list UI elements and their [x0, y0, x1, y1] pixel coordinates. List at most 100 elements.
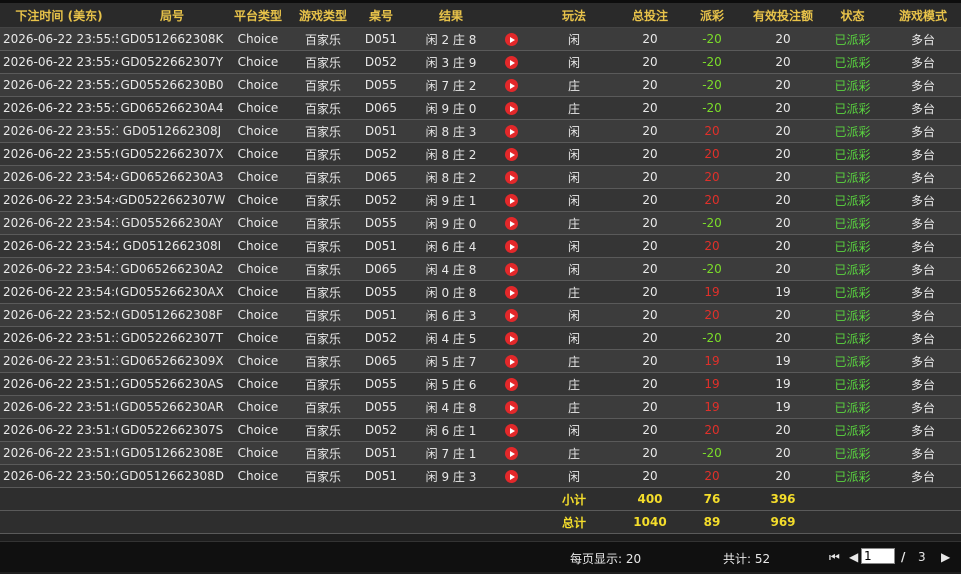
valid-bet-cell: 20	[746, 27, 820, 51]
first-page-icon[interactable]: ⏮	[829, 550, 840, 565]
game-type-cell: 百家乐	[290, 119, 356, 143]
total-bet-cell: 20	[622, 188, 678, 212]
total-bet-cell: 20	[622, 395, 678, 419]
valid-bet-cell: 20	[746, 418, 820, 442]
play-circle-icon[interactable]	[504, 125, 518, 138]
col-header-game[interactable]: 游戏类型	[290, 3, 356, 28]
col-header-total-bet[interactable]: 总投注	[622, 3, 678, 28]
platform-cell: Choice	[226, 418, 290, 442]
bet-cell: 闲	[526, 326, 622, 350]
result-cell: 闲 4 庄 8	[406, 395, 496, 419]
total-bet-cell: 20	[622, 441, 678, 465]
time-cell: 2026-06-22 23:52:01	[0, 303, 118, 327]
game-type-cell: 百家乐	[290, 211, 356, 235]
play-circle-icon[interactable]	[504, 355, 518, 368]
replay-cell	[496, 464, 526, 488]
replay-cell	[496, 372, 526, 396]
play-circle-icon[interactable]	[504, 401, 518, 414]
table-row: 2026-06-22 23:51:04 GD0522662307S Choice 百家…	[0, 418, 961, 442]
col-header-valid-bet[interactable]: 有效投注额	[746, 3, 820, 28]
play-circle-icon[interactable]	[504, 148, 518, 161]
bet-cell: 庄	[526, 372, 622, 396]
replay-cell	[496, 441, 526, 465]
table-row: 2026-06-22 23:54:08 GD055266230AX Choice 百家…	[0, 280, 961, 304]
game-type-cell: 百家乐	[290, 188, 356, 212]
time-cell: 2026-06-22 23:51:03	[0, 441, 118, 465]
table-cell: D051	[356, 119, 406, 143]
play-circle-icon[interactable]	[504, 286, 518, 299]
total-bet-cell: 20	[622, 257, 678, 281]
play-circle-icon[interactable]	[504, 240, 518, 253]
valid-bet-cell: 20	[746, 96, 820, 120]
play-circle-icon[interactable]	[504, 171, 518, 184]
grandtotal-label: 总计	[526, 510, 622, 534]
play-circle-icon[interactable]	[504, 217, 518, 230]
bet-cell: 闲	[526, 142, 622, 166]
play-circle-icon[interactable]	[504, 470, 518, 483]
round-cell: GD0522662307T	[118, 326, 226, 350]
valid-bet-cell: 19	[746, 395, 820, 419]
round-cell: GD055266230AR	[118, 395, 226, 419]
mode-cell: 多台	[885, 280, 961, 304]
platform-cell: Choice	[226, 119, 290, 143]
col-header-mode[interactable]: 游戏模式	[885, 3, 961, 28]
play-circle-icon[interactable]	[504, 447, 518, 460]
game-type-cell: 百家乐	[290, 142, 356, 166]
play-circle-icon[interactable]	[504, 332, 518, 345]
round-cell: GD0512662308D	[118, 464, 226, 488]
subtotal-label: 小计	[526, 487, 622, 511]
time-cell: 2026-06-22 23:55:10	[0, 119, 118, 143]
mode-cell: 多台	[885, 211, 961, 235]
play-circle-icon[interactable]	[504, 424, 518, 437]
valid-bet-cell: 19	[746, 372, 820, 396]
status-cell: 已派彩	[820, 142, 885, 166]
platform-cell: Choice	[226, 165, 290, 189]
col-header-table[interactable]: 桌号	[356, 3, 406, 28]
col-header-time[interactable]: 下注时间 (美东)	[0, 3, 118, 28]
status-cell: 已派彩	[820, 326, 885, 350]
play-circle-icon[interactable]	[504, 378, 518, 391]
bet-cell: 闲	[526, 50, 622, 74]
game-type-cell: 百家乐	[290, 50, 356, 74]
result-cell: 闲 0 庄 8	[406, 280, 496, 304]
grandtotal-row: 总计 1040 89 969	[0, 510, 961, 534]
status-cell: 已派彩	[820, 211, 885, 235]
per-page-label[interactable]: 每页显示: 20	[570, 550, 641, 567]
col-header-round[interactable]: 局号	[118, 3, 226, 28]
page-number-input[interactable]	[861, 548, 895, 564]
play-circle-icon[interactable]	[504, 33, 518, 46]
table-cell: D055	[356, 280, 406, 304]
col-header-payout[interactable]: 派彩	[678, 3, 746, 28]
col-header-result[interactable]: 结果	[406, 3, 496, 28]
time-cell: 2026-06-22 23:54:45	[0, 165, 118, 189]
play-circle-icon[interactable]	[504, 79, 518, 92]
valid-bet-cell: 19	[746, 349, 820, 373]
col-header-platform[interactable]: 平台类型	[226, 3, 290, 28]
prev-page-icon[interactable]: ◀	[849, 550, 858, 564]
table-row: 2026-06-22 23:55:10 GD0512662308J Choice 百家…	[0, 119, 961, 143]
payout-cell: -20	[678, 326, 746, 350]
next-page-icon[interactable]: ▶	[941, 550, 950, 564]
payout-cell: 20	[678, 234, 746, 258]
time-cell: 2026-06-22 23:51:38	[0, 326, 118, 350]
play-circle-icon[interactable]	[504, 56, 518, 69]
result-cell: 闲 6 庄 1	[406, 418, 496, 442]
table-cell: D051	[356, 303, 406, 327]
bet-cell: 闲	[526, 165, 622, 189]
col-header-status[interactable]: 状态	[820, 3, 885, 28]
time-cell: 2026-06-22 23:51:36	[0, 349, 118, 373]
total-bet-cell: 20	[622, 165, 678, 189]
play-circle-icon[interactable]	[504, 102, 518, 115]
play-circle-icon[interactable]	[504, 309, 518, 322]
total-bet-cell: 20	[622, 349, 678, 373]
col-header-bet[interactable]: 玩法	[526, 3, 622, 28]
play-circle-icon[interactable]	[504, 263, 518, 276]
status-cell: 已派彩	[820, 188, 885, 212]
total-bet-cell: 20	[622, 119, 678, 143]
replay-cell	[496, 257, 526, 281]
payout-cell: 19	[678, 395, 746, 419]
bet-cell: 庄	[526, 73, 622, 97]
play-circle-icon[interactable]	[504, 194, 518, 207]
round-cell: GD055266230AX	[118, 280, 226, 304]
total-bet-cell: 20	[622, 142, 678, 166]
